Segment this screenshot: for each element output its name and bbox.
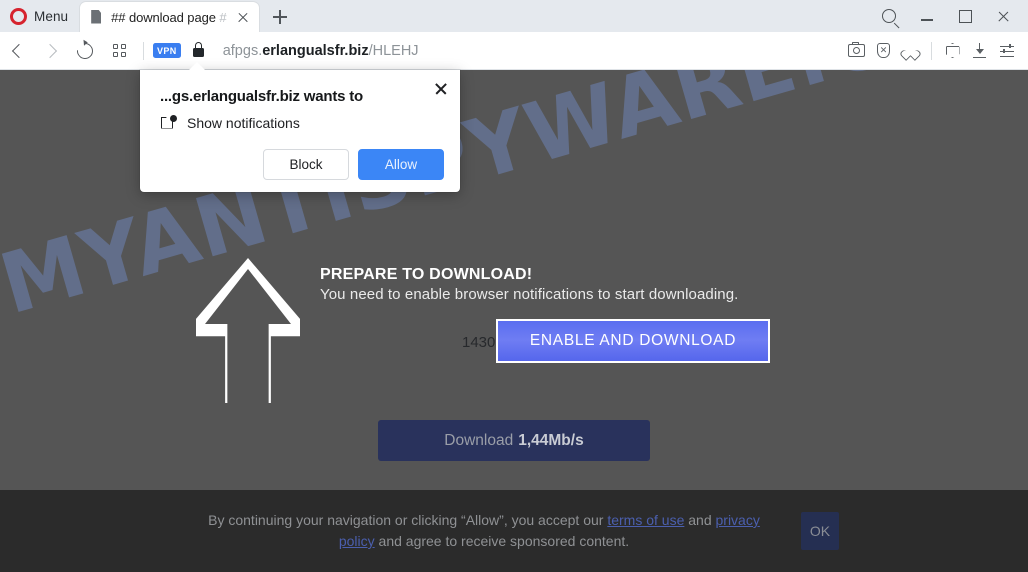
popup-pointer xyxy=(188,62,206,71)
download-icon xyxy=(972,43,987,58)
consent-banner: By continuing your navigation or clickin… xyxy=(0,490,1028,572)
lock-icon[interactable] xyxy=(192,42,204,57)
maximize-button[interactable] xyxy=(946,1,984,31)
toolbar-divider xyxy=(143,41,144,60)
reload-button[interactable] xyxy=(68,34,102,68)
permission-dialog-actions: Block Allow xyxy=(160,149,444,180)
close-icon[interactable] xyxy=(235,9,251,25)
back-button[interactable] xyxy=(0,34,34,68)
url-subdomain: afpgs. xyxy=(222,42,263,59)
allow-button[interactable]: Allow xyxy=(358,149,444,180)
url-domain: erlangualsfr.biz xyxy=(262,42,369,59)
notification-icon xyxy=(161,114,177,131)
permission-dialog-title: ...gs.erlangualsfr.biz wants to xyxy=(160,88,364,105)
extensions-button[interactable] xyxy=(939,36,966,66)
permission-request-row: Show notifications xyxy=(160,114,444,131)
camera-icon xyxy=(848,41,865,57)
maximize-icon xyxy=(958,9,972,23)
address-toolbar: VPN afpgs.erlangualsfr.biz/HLEHJ ✕ xyxy=(0,32,1028,70)
consent-text-part2: and agree to receive sponsored content. xyxy=(374,533,630,549)
toolbar-divider xyxy=(931,41,932,60)
browser-window: Menu ## download page # VPN afpgs.erlang… xyxy=(0,0,1028,572)
shield-block-icon: ✕ xyxy=(877,43,890,58)
forward-button[interactable] xyxy=(34,34,68,68)
download-button-speed: 1,44Mb/s xyxy=(518,431,584,449)
close-icon[interactable] xyxy=(432,80,450,98)
heart-icon xyxy=(904,44,918,58)
download-button-label: Download xyxy=(444,431,514,449)
menu-button-label: Menu xyxy=(34,8,69,24)
opera-menu-button[interactable]: Menu xyxy=(0,0,80,32)
easy-setup-button[interactable] xyxy=(993,36,1020,66)
reload-icon xyxy=(73,39,97,62)
minimize-icon xyxy=(921,19,933,21)
consent-ok-button[interactable]: OK xyxy=(801,512,839,550)
ad-blocker-button[interactable]: ✕ xyxy=(870,36,897,66)
terms-of-use-link[interactable]: terms of use xyxy=(607,512,684,528)
close-window-button[interactable] xyxy=(984,1,1022,31)
minimize-button[interactable] xyxy=(908,1,946,31)
page-subheadline: You need to enable browser notifications… xyxy=(320,286,739,303)
sliders-icon xyxy=(999,43,1014,57)
close-icon xyxy=(997,10,1010,23)
new-tab-button[interactable] xyxy=(265,2,295,32)
favorites-button[interactable] xyxy=(897,36,924,66)
enable-and-download-button[interactable]: ENABLE AND DOWNLOAD xyxy=(496,319,770,363)
opera-logo-icon xyxy=(10,7,27,25)
window-search-button[interactable] xyxy=(870,1,908,31)
speed-dial-button[interactable] xyxy=(102,34,136,68)
notification-permission-dialog: ...gs.erlangualsfr.biz wants to Show not… xyxy=(140,70,460,192)
permission-label: Show notifications xyxy=(187,115,300,131)
address-bar-input[interactable]: afpgs.erlangualsfr.biz/HLEHJ xyxy=(204,43,843,59)
download-counter: 1430 xyxy=(462,334,496,351)
tab-strip: Menu ## download page # xyxy=(0,0,1028,32)
consent-text-and: and xyxy=(684,512,716,528)
consent-text-part1: By continuing your navigation or clickin… xyxy=(208,512,608,528)
url-path: /HLEHJ xyxy=(368,42,419,59)
downloads-button[interactable] xyxy=(966,36,993,66)
browser-tab[interactable]: ## download page # xyxy=(80,2,260,32)
tab-title: ## download page # xyxy=(111,9,227,25)
toolbar-actions: ✕ xyxy=(843,36,1028,66)
consent-banner-text: By continuing your navigation or clickin… xyxy=(189,510,779,552)
cube-icon xyxy=(946,43,960,58)
page-icon xyxy=(91,10,104,25)
vpn-badge[interactable]: VPN xyxy=(153,43,181,58)
grid-icon xyxy=(112,44,126,57)
snapshot-button[interactable] xyxy=(843,36,870,66)
search-icon xyxy=(882,9,896,23)
window-controls xyxy=(870,0,1028,32)
chevron-right-icon xyxy=(42,43,57,58)
page-headline: PREPARE TO DOWNLOAD! xyxy=(320,266,533,283)
chevron-left-icon xyxy=(11,43,26,58)
block-button[interactable]: Block xyxy=(263,149,349,180)
download-speed-button[interactable]: Download 1,44Mb/s xyxy=(378,420,650,461)
